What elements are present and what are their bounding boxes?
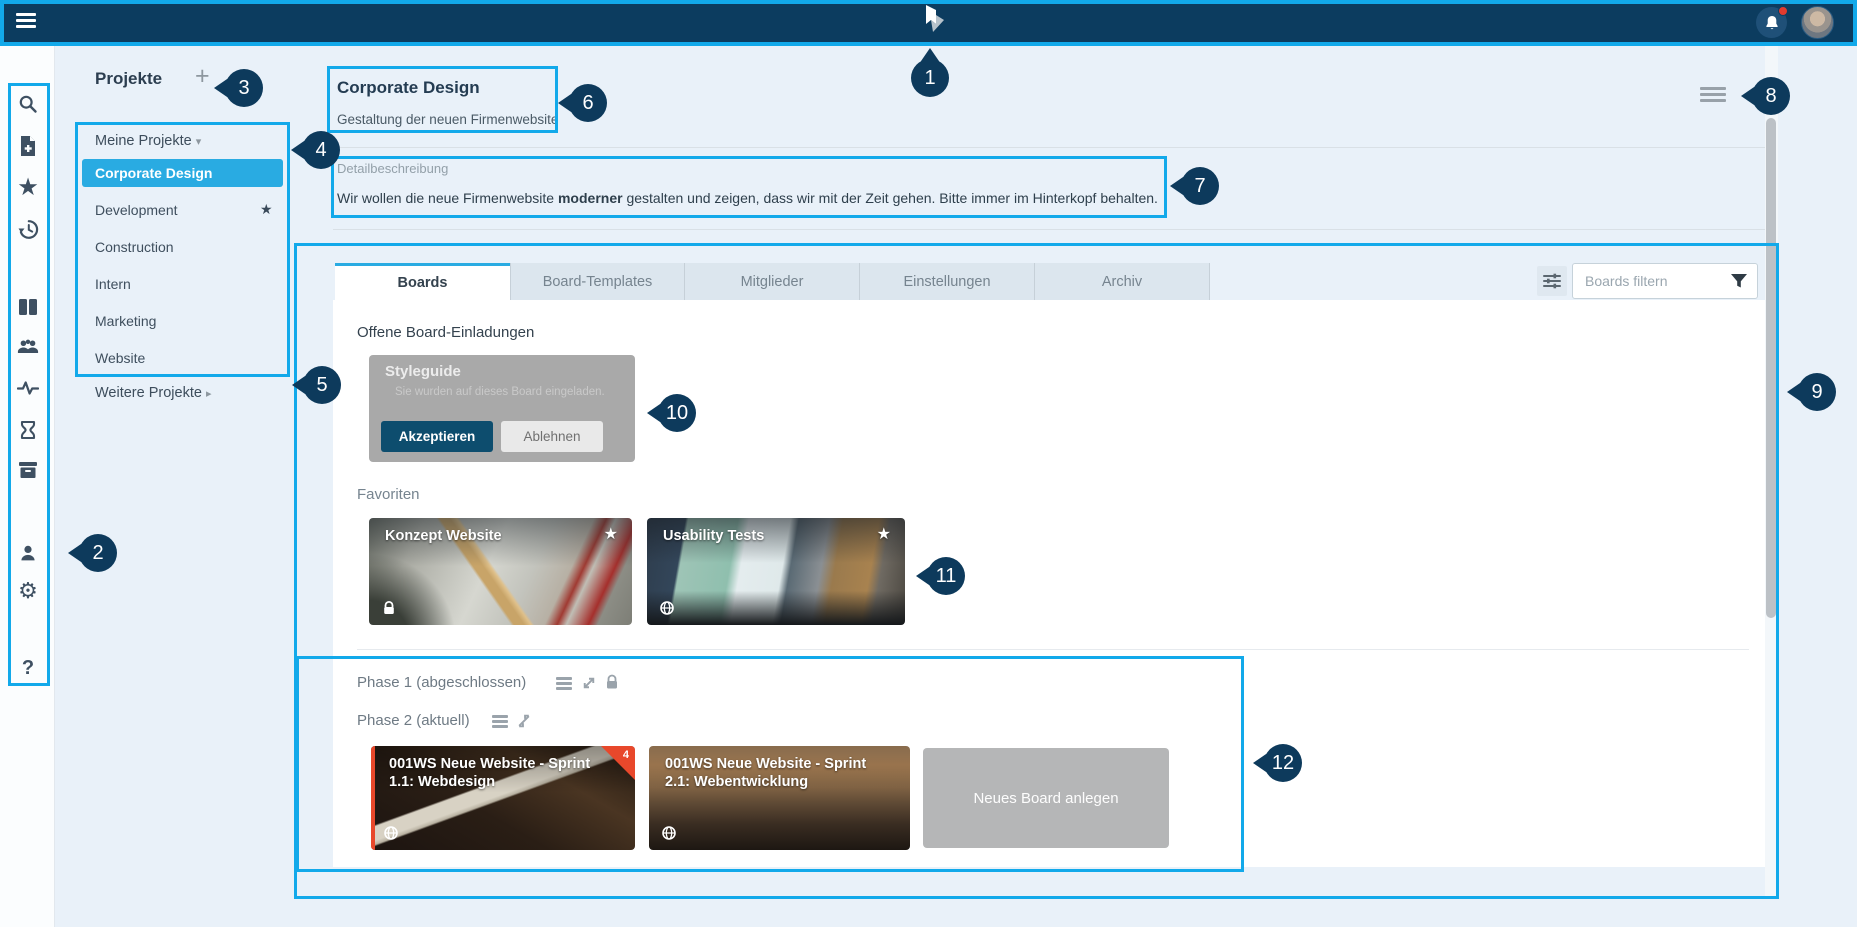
group-weitere-projekte[interactable]: Weitere Projekte ▸	[95, 385, 211, 401]
board-card-sprint-2-1[interactable]: 001WS Neue Website - Sprint 2.1: Webentw…	[649, 746, 910, 850]
app-logo	[920, 5, 946, 41]
tab-boards[interactable]: Boards	[335, 263, 510, 300]
description-text: Wir wollen die neue Firmenwebsite modern…	[337, 190, 1158, 206]
annotation-marker-12: 12	[1264, 744, 1302, 782]
board-title: 001WS Neue Website - Sprint 2.1: Webentw…	[665, 755, 874, 791]
notification-corner-badge	[601, 746, 635, 780]
group-label: Weitere Projekte	[95, 385, 202, 401]
sidebar-item-construction[interactable]: Construction	[95, 239, 174, 255]
sidebar-item-corporate-design[interactable]: Corporate Design	[82, 159, 283, 187]
sidebar-item-development[interactable]: Development	[95, 202, 178, 218]
group-label: Meine Projekte	[95, 133, 192, 149]
scrollbar-thumb[interactable]	[1766, 118, 1776, 618]
annotation-marker-6: 6	[569, 84, 607, 122]
board-icon[interactable]	[17, 296, 39, 318]
project-menu-icon[interactable]	[1700, 87, 1726, 103]
annotation-marker-10: 10	[658, 394, 696, 432]
description-text-part: gestalten und zeigen, dass wir mit der Z…	[623, 190, 1158, 206]
tab-einstellungen[interactable]: Einstellungen	[860, 263, 1035, 300]
annotation-box-description	[331, 156, 1167, 218]
globe-icon	[662, 826, 676, 840]
annotation-marker-2: 2	[79, 534, 117, 572]
tab-board-templates[interactable]: Board-Templates	[510, 263, 685, 300]
page-subtitle: Gestaltung der neuen Firmenwebsite	[337, 112, 558, 127]
chevron-right-icon: ▸	[206, 388, 212, 400]
funnel-icon[interactable]	[1730, 272, 1748, 290]
help-icon[interactable]: ?	[17, 657, 39, 679]
sidebar-item-website[interactable]: Website	[95, 350, 145, 366]
menu-icon[interactable]	[492, 715, 508, 731]
globe-icon	[384, 826, 398, 840]
projects-heading: Projekte	[95, 69, 162, 89]
team-icon[interactable]	[17, 335, 39, 357]
invitation-message: Sie wurden auf dieses Board eingeladen.	[395, 386, 605, 398]
badge-count: 4	[623, 749, 629, 761]
lock-icon	[603, 674, 621, 690]
divider	[333, 229, 1765, 230]
page-title: Corporate Design	[337, 78, 480, 98]
description-text-bold: moderner	[558, 190, 623, 206]
description-label: Detailbeschreibung	[337, 161, 448, 176]
board-title: Usability Tests	[663, 527, 869, 545]
archive-icon[interactable]	[17, 459, 39, 481]
annotation-marker-5: 5	[303, 366, 341, 404]
new-board-label: Neues Board anlegen	[973, 790, 1118, 807]
decline-button[interactable]: Ablehnen	[501, 421, 603, 452]
invitation-card-styleguide: Styleguide Sie wurden auf dieses Board e…	[369, 355, 635, 462]
board-card-usability-tests[interactable]: Usability Tests ★	[647, 518, 905, 625]
user-avatar[interactable]	[1801, 6, 1834, 39]
lock-icon	[382, 601, 396, 615]
tab-archiv[interactable]: Archiv	[1035, 263, 1210, 300]
new-board-button[interactable]: Neues Board anlegen	[923, 748, 1169, 848]
annotation-marker-9: 9	[1798, 373, 1836, 411]
annotation-marker-4: 4	[302, 131, 340, 169]
settings-icon[interactable]: ⚙	[17, 581, 39, 603]
board-title: 001WS Neue Website - Sprint 1.1: Webdesi…	[389, 755, 591, 791]
user-icon[interactable]	[17, 542, 39, 564]
description-text-part: Wir wollen die neue Firmenwebsite	[337, 190, 558, 206]
favorite-star-icon: ★	[260, 201, 273, 218]
annotation-marker-7: 7	[1181, 167, 1219, 205]
board-title: Konzept Website	[385, 527, 596, 545]
add-project-button[interactable]: +	[195, 62, 210, 91]
hourglass-icon[interactable]	[17, 419, 39, 441]
sidebar-item-marketing[interactable]: Marketing	[95, 313, 156, 329]
favorites-heading: Favoriten	[357, 486, 420, 503]
star-icon[interactable]: ★	[604, 524, 618, 544]
star-icon[interactable]: ★	[877, 524, 891, 544]
globe-icon	[660, 601, 674, 615]
project-label: Corporate Design	[95, 165, 212, 181]
notification-unread-badge	[1778, 6, 1788, 16]
phase-1-name: Phase 1 (abgeschlossen)	[357, 674, 526, 691]
annotation-marker-1: 1	[911, 59, 949, 97]
invitations-heading: Offene Board-Einladungen	[357, 324, 534, 341]
icon-sidebar: ★ ⚙ ?	[0, 46, 55, 927]
expand-icon[interactable]	[580, 675, 598, 691]
accept-button[interactable]: Akzeptieren	[381, 421, 493, 452]
invitation-title: Styleguide	[385, 363, 461, 380]
menu-icon[interactable]	[556, 677, 572, 693]
annotation-marker-11: 11	[927, 557, 965, 595]
collapse-icon[interactable]	[515, 713, 533, 729]
divider	[333, 147, 1765, 148]
activity-icon[interactable]	[17, 377, 39, 399]
tune-icon[interactable]	[1537, 266, 1567, 296]
group-meine-projekte[interactable]: Meine Projekte ▾	[95, 133, 201, 149]
divider	[357, 649, 1749, 650]
search-icon[interactable]	[17, 93, 39, 115]
card-accent-stripe	[371, 746, 375, 850]
board-card-konzept-website[interactable]: Konzept Website ★	[369, 518, 632, 625]
history-icon[interactable]	[17, 218, 39, 240]
new-document-icon[interactable]	[17, 135, 39, 157]
annotation-marker-8: 8	[1752, 77, 1790, 115]
tab-mitglieder[interactable]: Mitglieder	[685, 263, 860, 300]
chevron-down-icon: ▾	[196, 136, 202, 148]
star-icon[interactable]: ★	[17, 177, 39, 199]
board-card-sprint-1-1[interactable]: 4 001WS Neue Website - Sprint 1.1: Webde…	[371, 746, 635, 850]
annotation-marker-3: 3	[225, 69, 263, 107]
hamburger-menu-icon[interactable]	[16, 13, 36, 29]
sidebar-item-intern[interactable]: Intern	[95, 276, 131, 292]
phase-2-name: Phase 2 (aktuell)	[357, 712, 470, 729]
